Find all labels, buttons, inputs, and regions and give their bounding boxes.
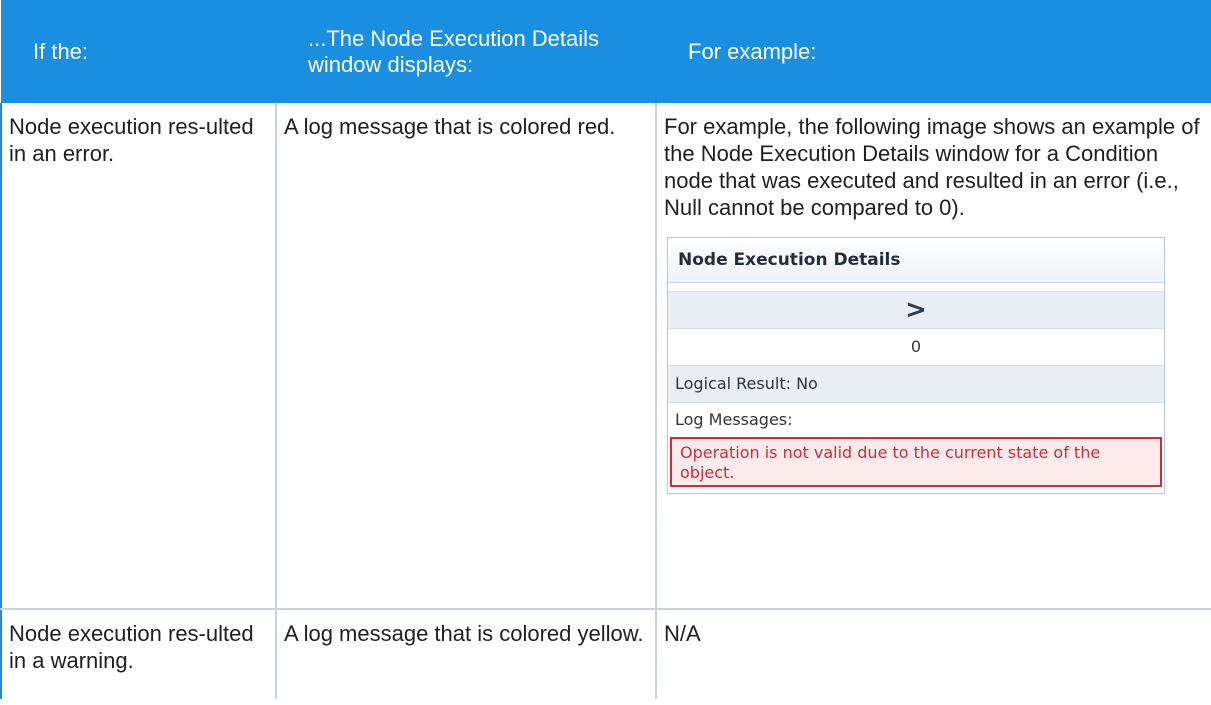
dialog-divider: [668, 283, 1164, 292]
conditions-table: If the: ...The Node Execution Details wi…: [0, 0, 1211, 699]
node-execution-details-screenshot: Node Execution Details > 0 Logical Resul…: [667, 237, 1165, 494]
header-if-the: If the:: [1, 0, 276, 103]
display-cell: A log message that is colored red.: [276, 103, 657, 610]
condition-cell: Node execution res-ulted in a warning.: [0, 609, 277, 699]
header-for-example: For example:: [656, 0, 1211, 103]
error-log-message: Operation is not valid due to the curren…: [670, 437, 1162, 487]
display-cell: A log message that is colored yellow.: [276, 609, 657, 699]
table-row: Node execution res-ulted in a warning. A…: [0, 609, 1211, 699]
condition-cell: Node execution res-ulted in an error.: [0, 103, 277, 610]
table-row: Node execution res-ulted in an error. A …: [0, 103, 1211, 610]
example-cell: N/A: [664, 621, 701, 646]
logical-result: Logical Result: No: [668, 366, 1164, 403]
operator-value: >: [668, 292, 1164, 329]
example-cell: For example, the following image shows a…: [656, 103, 1211, 610]
compare-value: 0: [668, 329, 1164, 366]
log-messages-label: Log Messages:: [668, 403, 1164, 437]
header-row: If the: ...The Node Execution Details wi…: [1, 0, 1211, 103]
dialog-title: Node Execution Details: [668, 238, 1164, 283]
example-text: For example, the following image shows a…: [664, 114, 1200, 220]
header-window-displays: ...The Node Execution Details window dis…: [276, 0, 656, 103]
